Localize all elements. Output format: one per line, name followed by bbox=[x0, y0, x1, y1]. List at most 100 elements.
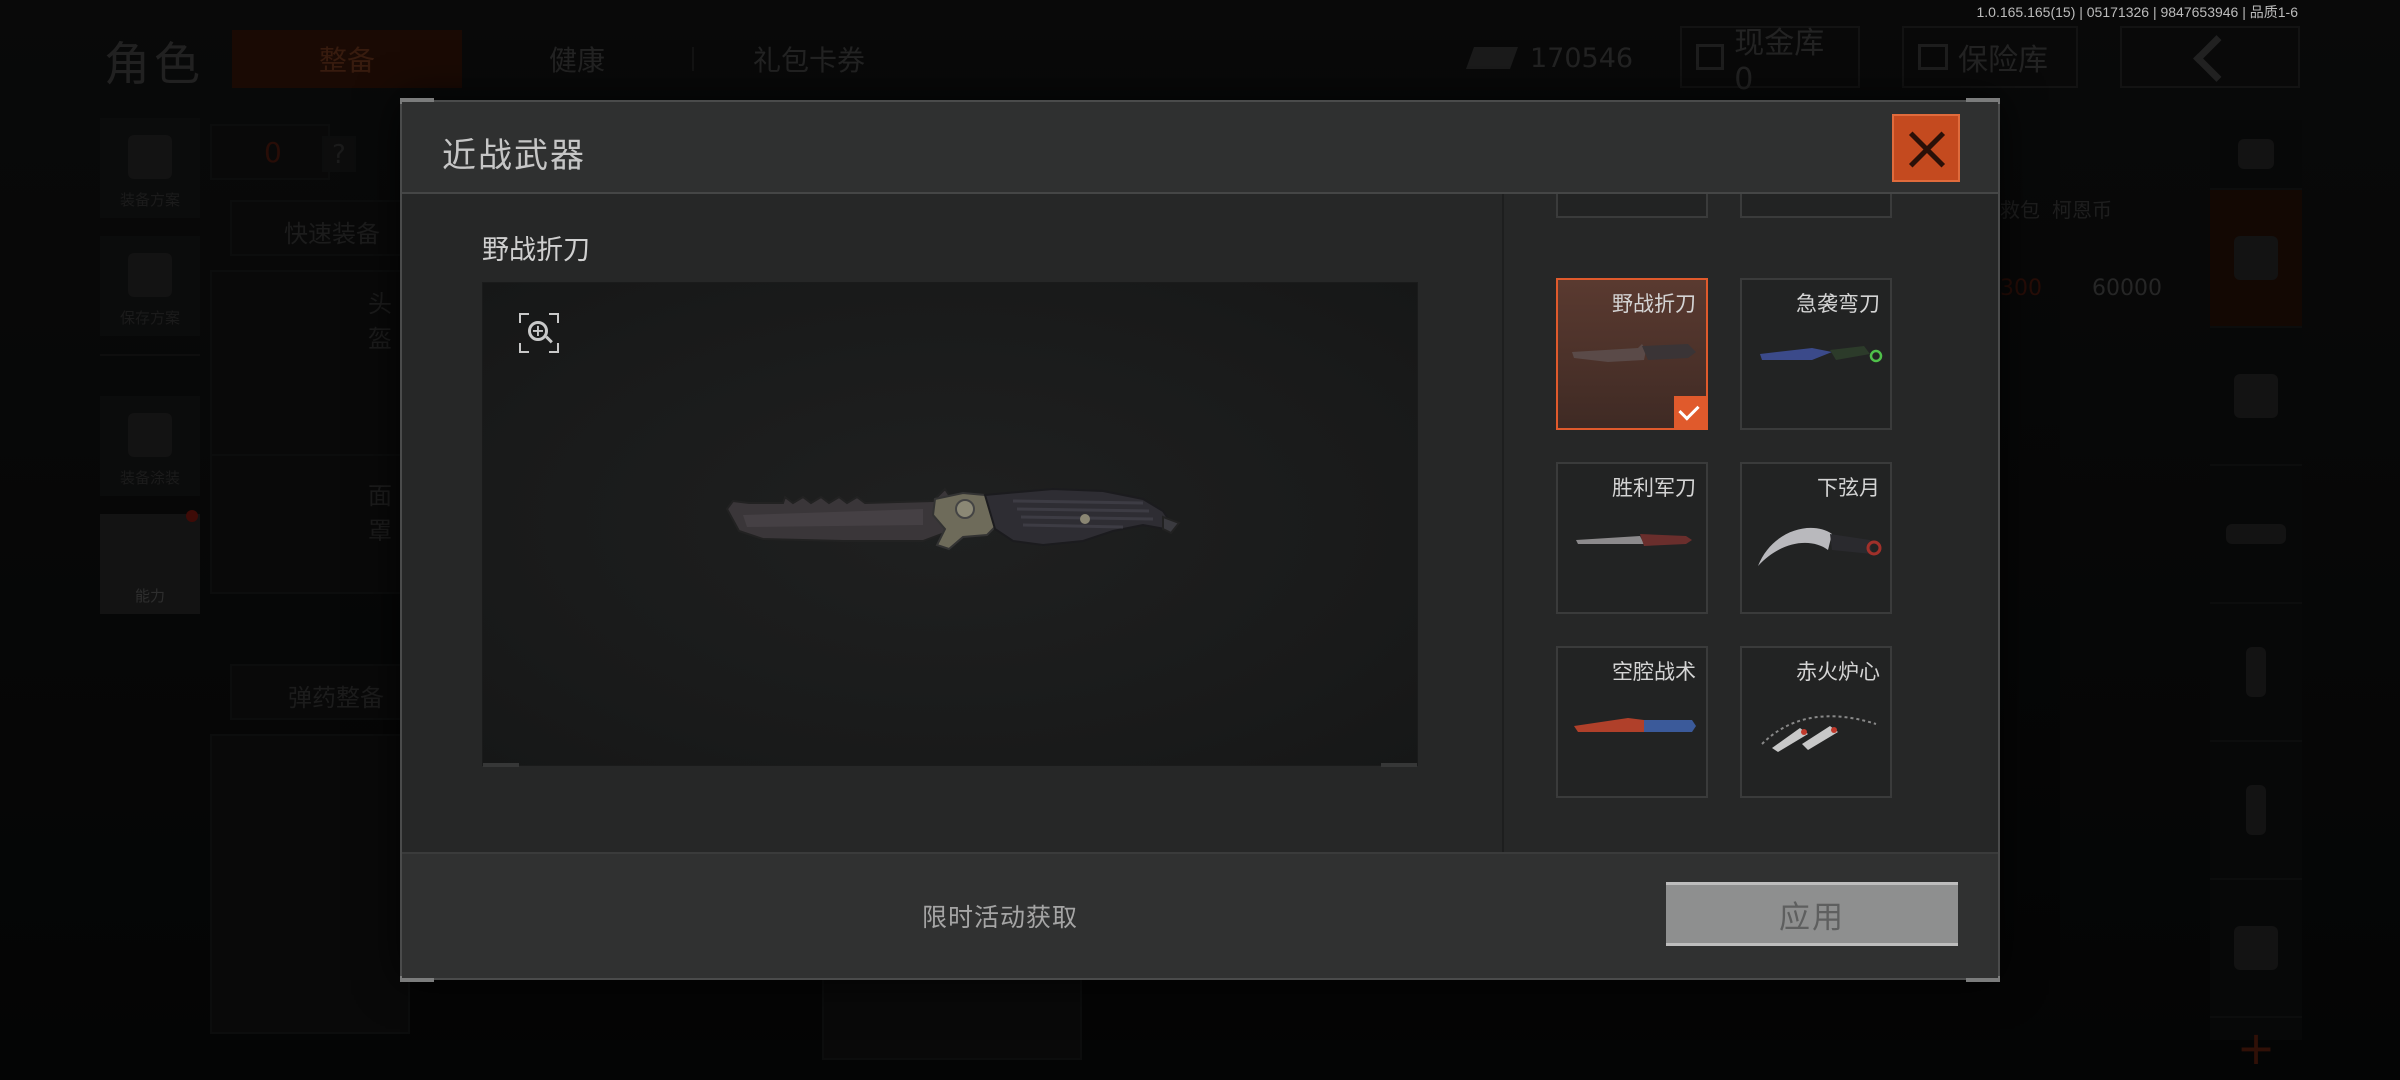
preview-corner bbox=[1381, 763, 1417, 767]
page-title: 角色 bbox=[104, 37, 204, 91]
help-button[interactable]: ? bbox=[322, 136, 356, 172]
safe-vault-label: 保险库 bbox=[1958, 43, 2048, 78]
tab-health[interactable]: 健康 bbox=[462, 30, 692, 88]
folding-knife-thumb bbox=[1572, 344, 1696, 362]
grid-item-label: 赤火炉心 bbox=[1796, 660, 1880, 684]
ammo-slot bbox=[210, 734, 410, 1034]
grid-item-red-fire-core[interactable]: 赤火炉心 bbox=[1740, 646, 1892, 798]
modal-title: 近战武器 bbox=[442, 136, 586, 176]
back-button[interactable] bbox=[2120, 26, 2300, 88]
grid-item-partial[interactable] bbox=[1556, 194, 1708, 218]
tactical-knife-thumb bbox=[1574, 718, 1696, 732]
folding-knife-image bbox=[725, 487, 1181, 551]
rifle-slot[interactable] bbox=[2210, 466, 2302, 604]
tab-gift-cards[interactable]: 礼包卡券 bbox=[694, 30, 924, 88]
rifle-icon bbox=[2226, 524, 2286, 544]
armor-slot[interactable] bbox=[2210, 328, 2302, 466]
grid-item-crescent-moon[interactable]: 下弦月 bbox=[1740, 462, 1892, 614]
cash-vault-label: 现金库 0 bbox=[1734, 25, 1825, 97]
safe-icon bbox=[1918, 44, 1948, 70]
currency-display: 170546 bbox=[1465, 30, 1640, 86]
grid-item-partial[interactable] bbox=[1740, 194, 1892, 218]
rail-label: 装备方案 bbox=[119, 191, 180, 209]
grid-item-hollow-tactical[interactable]: 空腔战术 bbox=[1556, 646, 1708, 798]
twin-blades-thumb bbox=[1761, 715, 1877, 752]
lightning-icon bbox=[128, 531, 172, 575]
armor-count-box: 0 bbox=[210, 124, 330, 180]
helmet-icon bbox=[128, 413, 172, 457]
tab-bar: 整备 健康 礼包卡券 bbox=[232, 30, 924, 88]
acquire-hint: 限时活动获取 bbox=[922, 903, 1079, 932]
rail-divider bbox=[100, 354, 200, 356]
modal-header: 近战武器 bbox=[402, 102, 1998, 194]
mask-slot[interactable]: 面罩 bbox=[210, 454, 410, 594]
layers-icon bbox=[2238, 139, 2274, 169]
version-info: 1.0.165.165(15) | 05171326 | 9847653946 … bbox=[1976, 4, 2299, 20]
shop-item-name: 柯恩币 bbox=[2052, 198, 2112, 222]
quick-equip-button[interactable]: 快速装备 bbox=[230, 200, 420, 256]
preview-corner bbox=[483, 763, 519, 767]
rail-label: 装备涂装 bbox=[119, 469, 180, 487]
grid-item-field-folding-knife[interactable]: 野战折刀 bbox=[1556, 278, 1708, 430]
ammo-slot[interactable] bbox=[2210, 742, 2302, 880]
zoom-bracket bbox=[549, 343, 559, 353]
equip-preset-button[interactable]: 装备方案 bbox=[100, 118, 200, 218]
selected-check-icon bbox=[1674, 396, 1706, 428]
equipment-slot[interactable] bbox=[2210, 190, 2302, 328]
magazine-slot[interactable] bbox=[2210, 604, 2302, 742]
cash-icon bbox=[1465, 47, 1519, 69]
zoom-bracket bbox=[549, 313, 559, 323]
grid-item-label: 下弦月 bbox=[1817, 476, 1880, 500]
grid-item-label: 野战折刀 bbox=[1612, 292, 1696, 316]
safe-vault-button[interactable]: 保险库 bbox=[1902, 26, 2078, 88]
save-preset-button[interactable]: 保存方案 bbox=[100, 236, 200, 336]
zoom-bracket bbox=[519, 313, 529, 323]
grid-item-label: 急袭弯刀 bbox=[1796, 292, 1880, 316]
gear-slot[interactable] bbox=[2210, 880, 2302, 1018]
grid-item-label: 空腔战术 bbox=[1612, 660, 1696, 684]
shop-item-price: 60000 bbox=[2092, 276, 2162, 301]
vest-icon bbox=[128, 135, 172, 179]
currency-amount: 170546 bbox=[1530, 42, 1634, 74]
pouch-icon bbox=[2234, 926, 2278, 970]
zoom-handle bbox=[545, 335, 553, 344]
box-icon bbox=[2234, 236, 2278, 280]
zoom-bracket bbox=[519, 343, 529, 353]
grid-item-raid-karambit[interactable]: 急袭弯刀 bbox=[1740, 278, 1892, 430]
close-button[interactable] bbox=[1892, 114, 1960, 182]
saber-thumb bbox=[1576, 534, 1692, 546]
armor-icon bbox=[2234, 374, 2278, 418]
armor-count: 0 bbox=[264, 136, 282, 169]
vault-icon bbox=[1696, 44, 1725, 70]
shop-item-price: 300 bbox=[2000, 276, 2042, 301]
rail-label: 保存方案 bbox=[119, 309, 180, 327]
add-slot-button[interactable]: + bbox=[2210, 1018, 2302, 1078]
quick-equip-label: 快速装备 bbox=[284, 220, 380, 248]
melee-weapon-dialog: 近战武器 野战折刀 + 野战折刀 急袭弯刀 胜利军刀 下弦月 空腔战术 赤火炉心… bbox=[400, 98, 2000, 982]
right-rail: + bbox=[2210, 120, 2302, 1075]
modal-footer: 限时活动获取 应用 bbox=[402, 852, 1998, 978]
zoom-button[interactable]: + bbox=[519, 313, 559, 353]
crescent-knife-thumb bbox=[1758, 527, 1882, 566]
rail-label: 能力 bbox=[134, 587, 165, 605]
plus-icon: + bbox=[2236, 1021, 2276, 1075]
left-rail: 装备方案 保存方案 装备涂装 能力 bbox=[100, 118, 200, 632]
cash-vault-button[interactable]: 现金库 0 bbox=[1680, 26, 1860, 97]
karambit-thumb bbox=[1760, 346, 1883, 363]
help-mark: ? bbox=[332, 140, 346, 170]
download-icon bbox=[128, 253, 172, 297]
preview-pane: 野战折刀 + bbox=[402, 194, 1502, 852]
grid-item-label: 胜利军刀 bbox=[1612, 476, 1696, 500]
skin-button[interactable]: 装备涂装 bbox=[100, 396, 200, 496]
tab-equip[interactable]: 整备 bbox=[232, 30, 462, 88]
grid-item-victory-saber[interactable]: 胜利军刀 bbox=[1556, 462, 1708, 614]
magazine-icon bbox=[2246, 647, 2266, 697]
bullet-icon bbox=[2246, 785, 2266, 835]
selected-item-name: 野战折刀 bbox=[482, 235, 590, 266]
stack-slot[interactable] bbox=[2210, 120, 2302, 190]
weapon-list: 野战折刀 急袭弯刀 胜利军刀 下弦月 空腔战术 赤火炉心 bbox=[1502, 194, 1998, 852]
ability-button[interactable]: 能力 bbox=[100, 510, 200, 614]
shop-item-name: 救包 bbox=[2000, 198, 2040, 222]
apply-button[interactable]: 应用 bbox=[1666, 882, 1958, 946]
weapon-preview[interactable]: + bbox=[482, 282, 1418, 767]
